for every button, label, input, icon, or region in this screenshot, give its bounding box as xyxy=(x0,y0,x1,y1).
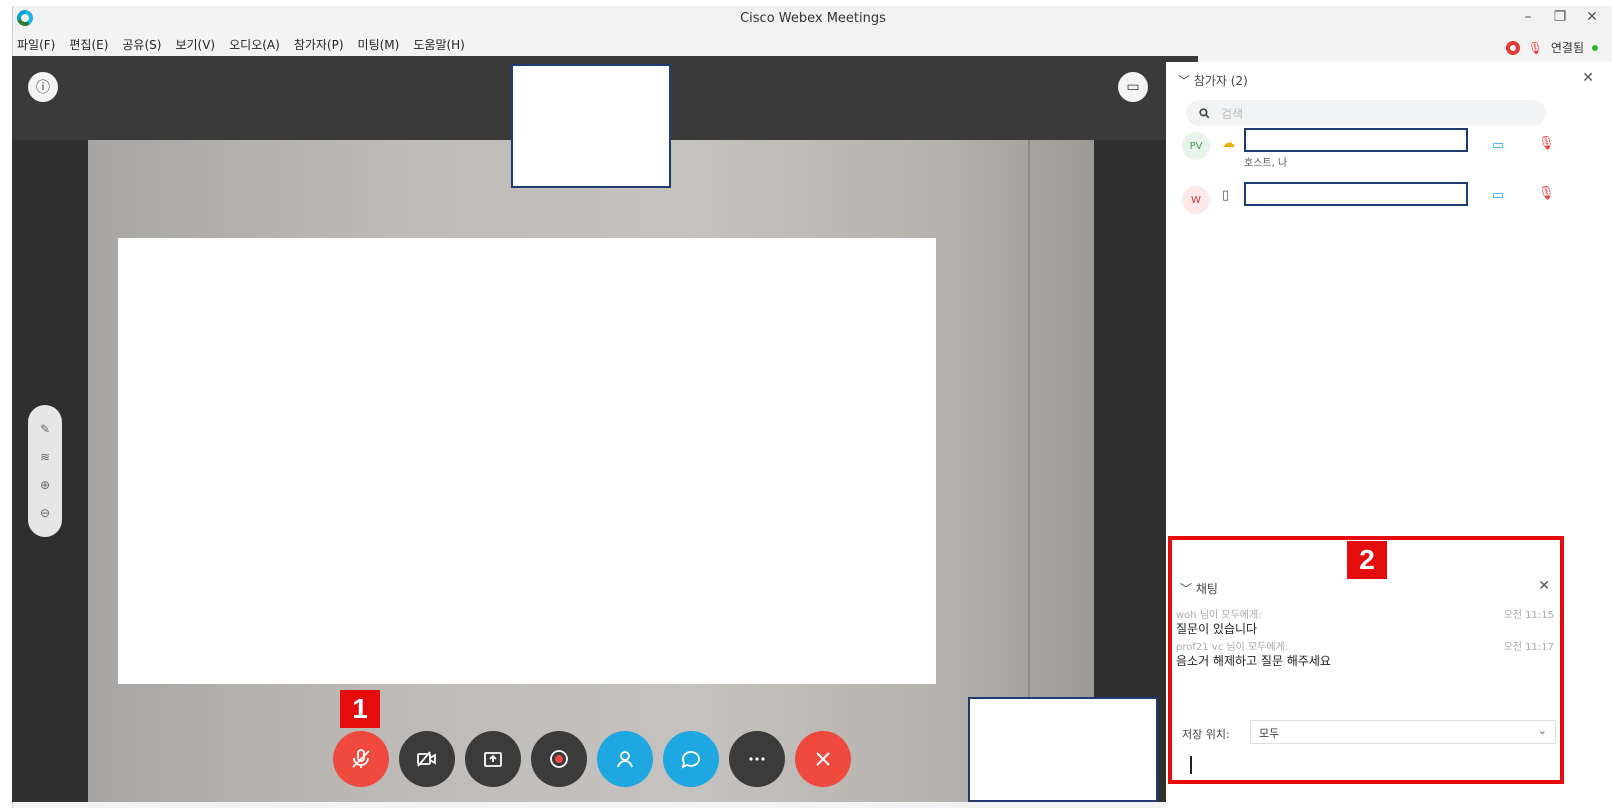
menu-participant[interactable]: 참가자(P) xyxy=(294,36,344,58)
recording-indicator-icon xyxy=(1505,40,1520,55)
record-button[interactable] xyxy=(531,731,587,787)
chat-message-input[interactable] xyxy=(1182,752,1556,780)
share-button[interactable] xyxy=(465,731,521,787)
message-text: 질문이 있습니다 xyxy=(1176,622,1258,636)
send-to-value: 모두 xyxy=(1259,727,1280,740)
menu-edit[interactable]: 편집(E) xyxy=(69,36,108,58)
participant-name xyxy=(1244,128,1468,152)
video-off-icon xyxy=(417,751,436,767)
meeting-controls xyxy=(333,731,851,787)
search-icon xyxy=(1199,107,1210,118)
mute-button[interactable] xyxy=(333,731,389,787)
text-caret xyxy=(1190,756,1192,774)
annotation-badge-2: 2 xyxy=(1347,541,1387,579)
menu-audio[interactable]: 오디오(A) xyxy=(229,36,280,58)
menu-bar: 파일(F) 편집(E) 공유(S) 보기(V) 오디오(A) 참가자(P) 미팅… xyxy=(13,36,465,58)
video-icon[interactable]: ▭ xyxy=(1492,188,1504,203)
search-placeholder: 검색 xyxy=(1221,106,1244,121)
send-to-label: 저장 위치: xyxy=(1182,728,1230,741)
zoom-toolbar: ✎ ≋ ⊕ ⊖ xyxy=(28,405,62,537)
message-time: 오전 11:15 xyxy=(1503,610,1554,621)
participants-title: 참가자 (2) xyxy=(1193,74,1248,88)
chat-close-icon[interactable]: ✕ xyxy=(1538,578,1550,594)
zoom-out-icon[interactable]: ⊖ xyxy=(40,506,50,520)
connection-status: 🎙 연결됨 xyxy=(1505,39,1598,56)
shared-content-placeholder xyxy=(118,238,936,684)
person-icon xyxy=(617,751,633,768)
menu-share[interactable]: 공유(S) xyxy=(122,36,161,58)
connection-dot-icon xyxy=(1592,44,1598,51)
window-title: Cisco Webex Meetings xyxy=(740,11,886,26)
ellipsis-icon xyxy=(749,757,765,761)
menu-help[interactable]: 도움말(H) xyxy=(413,36,465,58)
annotate-icon[interactable]: ✎ xyxy=(40,422,50,436)
video-icon[interactable]: ▭ xyxy=(1492,138,1504,153)
video-button[interactable] xyxy=(399,731,455,787)
close-x-icon xyxy=(816,752,830,766)
participant-row[interactable]: W ▯ ▭ 🎙 xyxy=(1182,182,1602,216)
participant-search-input[interactable]: 검색 xyxy=(1186,100,1546,126)
more-options-button[interactable] xyxy=(729,731,785,787)
message-text: 음소거 해제하고 질문 해주세요 xyxy=(1176,654,1331,668)
participant-video-thumbnail[interactable] xyxy=(968,697,1158,802)
record-icon xyxy=(550,750,568,768)
avatar: PV xyxy=(1182,132,1210,160)
participant-name xyxy=(1244,182,1468,206)
leave-meeting-button[interactable] xyxy=(795,731,851,787)
chat-title: 채팅 xyxy=(1195,582,1218,596)
message-sender: woh 님이 모두에게: xyxy=(1176,610,1262,621)
annotation-badge-1: 1 xyxy=(340,690,380,728)
chat-button[interactable] xyxy=(663,731,719,787)
muted-mic-icon[interactable]: 🎙 xyxy=(1538,136,1555,151)
close-icon[interactable]: ✕ xyxy=(1585,9,1599,25)
zoom-in-icon[interactable]: ⊕ xyxy=(40,478,50,492)
participant-row[interactable]: PV ☁ 호스트, 나 ▭ 🎙 xyxy=(1182,128,1602,169)
title-bar: Cisco Webex Meetings – ❐ ✕ xyxy=(13,6,1612,32)
menu-view[interactable]: 보기(V) xyxy=(175,36,215,58)
muted-mic-icon: 🎙 xyxy=(1527,40,1543,55)
chevron-down-icon: ⌄ xyxy=(1537,724,1547,737)
participants-close-icon[interactable]: ✕ xyxy=(1582,70,1594,86)
info-icon[interactable]: ⓘ xyxy=(28,72,58,102)
participant-role: 호스트, 나 xyxy=(1244,158,1288,169)
avatar: W xyxy=(1182,186,1210,214)
share-icon xyxy=(484,752,502,767)
self-view-thumbnail[interactable] xyxy=(511,64,671,188)
muted-microphone-icon xyxy=(352,749,370,768)
menu-meeting[interactable]: 미팅(M) xyxy=(358,36,400,58)
chevron-down-icon: ﹀ xyxy=(1178,74,1191,88)
mobile-device-icon: ▯ xyxy=(1222,188,1230,203)
participants-button[interactable] xyxy=(597,731,653,787)
muted-mic-icon[interactable]: 🎙 xyxy=(1538,186,1555,201)
mute-stream-icon[interactable]: ≋ xyxy=(40,450,50,464)
message-sender: prof21 vc 님이 모두에게: xyxy=(1176,642,1289,653)
send-to-select[interactable]: 모두 ⌄ xyxy=(1250,720,1556,744)
connection-label: 연결됨 xyxy=(1550,41,1584,55)
participants-header[interactable]: ﹀ 참가자 (2) xyxy=(1178,72,1248,89)
chat-header[interactable]: ﹀ 채팅 xyxy=(1180,580,1218,597)
window-controls: – ❐ ✕ xyxy=(1521,9,1599,25)
layout-icon[interactable]: ▭ xyxy=(1118,72,1148,102)
restore-icon[interactable]: ❐ xyxy=(1553,9,1567,25)
message-time: 오전 11:17 xyxy=(1503,642,1554,653)
chevron-down-icon: ﹀ xyxy=(1180,582,1193,596)
menu-file[interactable]: 파일(F) xyxy=(17,36,55,58)
chat-bubble-icon xyxy=(681,751,700,769)
minimize-icon[interactable]: – xyxy=(1521,9,1535,25)
host-icon: ☁ xyxy=(1222,136,1235,151)
